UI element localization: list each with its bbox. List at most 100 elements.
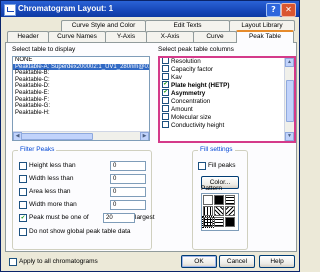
pattern-cell[interactable]	[214, 195, 224, 205]
checkbox[interactable]	[19, 162, 27, 170]
column-label: Molecular size	[171, 114, 212, 122]
title-bar: Chromatogram Layout: 1 ? ✕	[1, 1, 299, 17]
pattern-cell[interactable]	[203, 195, 213, 205]
tab-y-axis[interactable]: Y-Axis	[105, 31, 147, 42]
filter-label: Width less than	[29, 175, 74, 182]
pattern-cell[interactable]	[225, 195, 235, 205]
checkbox[interactable]	[19, 228, 27, 236]
pattern-cell[interactable]	[225, 206, 235, 216]
height-less-than-input[interactable]: 0	[110, 161, 146, 171]
table-listbox[interactable]: NONE Peaktable-A: Superdex200002:1_UV1_2…	[12, 56, 150, 141]
column-item-capacity-factor[interactable]: Capacity factor	[160, 65, 285, 74]
list-item[interactable]: NONE	[13, 57, 149, 64]
peak-count-input[interactable]: 20	[103, 213, 135, 223]
pattern-cell[interactable]	[214, 206, 224, 216]
pattern-cell-selected[interactable]	[202, 216, 214, 228]
window-title: Chromatogram Layout: 1	[18, 4, 114, 13]
column-item-concentration[interactable]: Concentration	[160, 97, 285, 106]
scroll-thumb[interactable]	[21, 133, 93, 140]
pattern-label: Pattern	[201, 185, 222, 192]
list-item[interactable]: Peaktable-B:	[13, 70, 149, 77]
checkbox-checked[interactable]: ✔	[162, 81, 169, 88]
tab-curve-names[interactable]: Curve Names	[48, 31, 106, 42]
select-table-label: Select table to display	[12, 46, 76, 53]
checkbox[interactable]	[162, 121, 169, 128]
checkbox[interactable]	[19, 175, 27, 183]
tab-peak-table[interactable]: Peak Table	[236, 30, 294, 43]
checkbox[interactable]	[162, 97, 169, 104]
checkbox[interactable]	[162, 65, 169, 72]
checkbox-checked[interactable]: ✔	[162, 89, 169, 96]
vertical-scrollbar[interactable]: ▲ ▼	[284, 58, 294, 141]
column-item-plate-height[interactable]: ✔ Plate height (HETP)	[160, 81, 285, 90]
list-item[interactable]: Peaktable-D:	[13, 83, 149, 90]
checkbox[interactable]	[162, 58, 169, 64]
help-button[interactable]: Help	[259, 255, 295, 268]
checkbox[interactable]	[198, 162, 206, 170]
column-item-kav[interactable]: Kav	[160, 73, 285, 82]
column-label: Asymmetry	[171, 90, 206, 98]
checkbox[interactable]	[162, 113, 169, 120]
apply-all-label: Apply to all chromatograms	[19, 258, 98, 265]
pattern-cell[interactable]	[214, 217, 224, 227]
tab-header[interactable]: Header	[7, 31, 49, 42]
area-less-than-input[interactable]: 0	[110, 187, 146, 197]
tab-edit-texts[interactable]: Edit Texts	[145, 20, 230, 31]
column-label: Amount	[171, 106, 193, 114]
checkbox[interactable]	[19, 188, 27, 196]
column-label: Concentration	[171, 98, 211, 106]
tab-curve[interactable]: Curve	[193, 31, 237, 42]
filter-label: Width more than	[29, 201, 77, 208]
filter-label: Height less than	[29, 162, 76, 169]
checkbox[interactable]	[162, 73, 169, 80]
peak-table-panel: Select table to display Select peak tabl…	[5, 42, 297, 252]
select-columns-label: Select peak table columns	[158, 46, 234, 53]
width-more-than-input[interactable]: 0	[110, 200, 146, 210]
column-label: Capacity factor	[171, 66, 213, 74]
column-label: Plate height (HETP)	[171, 82, 230, 90]
close-button[interactable]: ✕	[281, 3, 296, 17]
fill-settings-title: Fill settings	[198, 146, 235, 153]
scroll-up-icon[interactable]: ▲	[285, 58, 294, 67]
dialog-window: Chromatogram Layout: 1 ? ✕ Curve Style a…	[0, 0, 300, 272]
column-label: Conductivity height	[171, 122, 225, 130]
column-item-resolution[interactable]: Resolution	[160, 58, 285, 66]
list-item-selected[interactable]: Peaktable-A: Superdex200002:1_UV1_280nm@…	[13, 63, 149, 71]
scroll-thumb[interactable]	[286, 80, 294, 122]
list-item[interactable]: Peaktable-C:	[13, 77, 149, 84]
column-item-amount[interactable]: Amount	[160, 105, 285, 114]
list-item[interactable]: Peaktable-H:	[13, 110, 149, 117]
list-item[interactable]: Peaktable-E:	[13, 90, 149, 97]
pattern-grid[interactable]	[201, 193, 239, 231]
list-item[interactable]: Peaktable-F:	[13, 97, 149, 104]
pattern-cell[interactable]	[203, 206, 213, 216]
pattern-cell[interactable]	[225, 217, 235, 227]
filter-peaks-title: Filter Peaks	[18, 146, 57, 153]
checkbox[interactable]	[19, 201, 27, 209]
filter-label: Peak must be one of	[29, 214, 89, 221]
column-label: Resolution	[171, 58, 201, 66]
filter-peaks-group: Filter Peaks Height less than 0 Width le…	[12, 146, 155, 250]
checkbox[interactable]	[9, 258, 17, 266]
ok-button[interactable]: OK	[181, 255, 217, 268]
checkbox-checked[interactable]: ✔	[19, 214, 27, 222]
scroll-down-icon[interactable]: ▼	[285, 132, 294, 141]
column-label: Kav	[171, 74, 182, 82]
column-item-molecular-size[interactable]: Molecular size	[160, 113, 285, 122]
fill-peaks-label: Fill peaks	[208, 162, 236, 169]
app-icon	[4, 4, 16, 16]
checkbox[interactable]	[162, 105, 169, 112]
filter-label: Area less than	[29, 188, 71, 195]
horizontal-scrollbar[interactable]: ◀ ▶	[13, 131, 149, 140]
tab-curve-style-and-color[interactable]: Curve Style and Color	[61, 20, 146, 31]
fill-settings-group: Fill settings Fill peaks Color... Patter…	[192, 146, 248, 250]
width-less-than-input[interactable]: 0	[110, 174, 146, 184]
column-item-conductivity-height[interactable]: Conductivity height	[160, 121, 285, 130]
column-item-asymmetry[interactable]: ✔ Asymmetry	[160, 89, 285, 98]
help-title-button[interactable]: ?	[266, 3, 281, 17]
cancel-button[interactable]: Cancel	[219, 255, 255, 268]
tab-x-axis[interactable]: X-Axis	[146, 31, 194, 42]
scroll-right-icon[interactable]: ▶	[140, 132, 149, 140]
columns-checklist[interactable]: Resolution Capacity factor Kav ✔ Plate he…	[158, 56, 296, 143]
list-item[interactable]: Peaktable-G:	[13, 103, 149, 110]
